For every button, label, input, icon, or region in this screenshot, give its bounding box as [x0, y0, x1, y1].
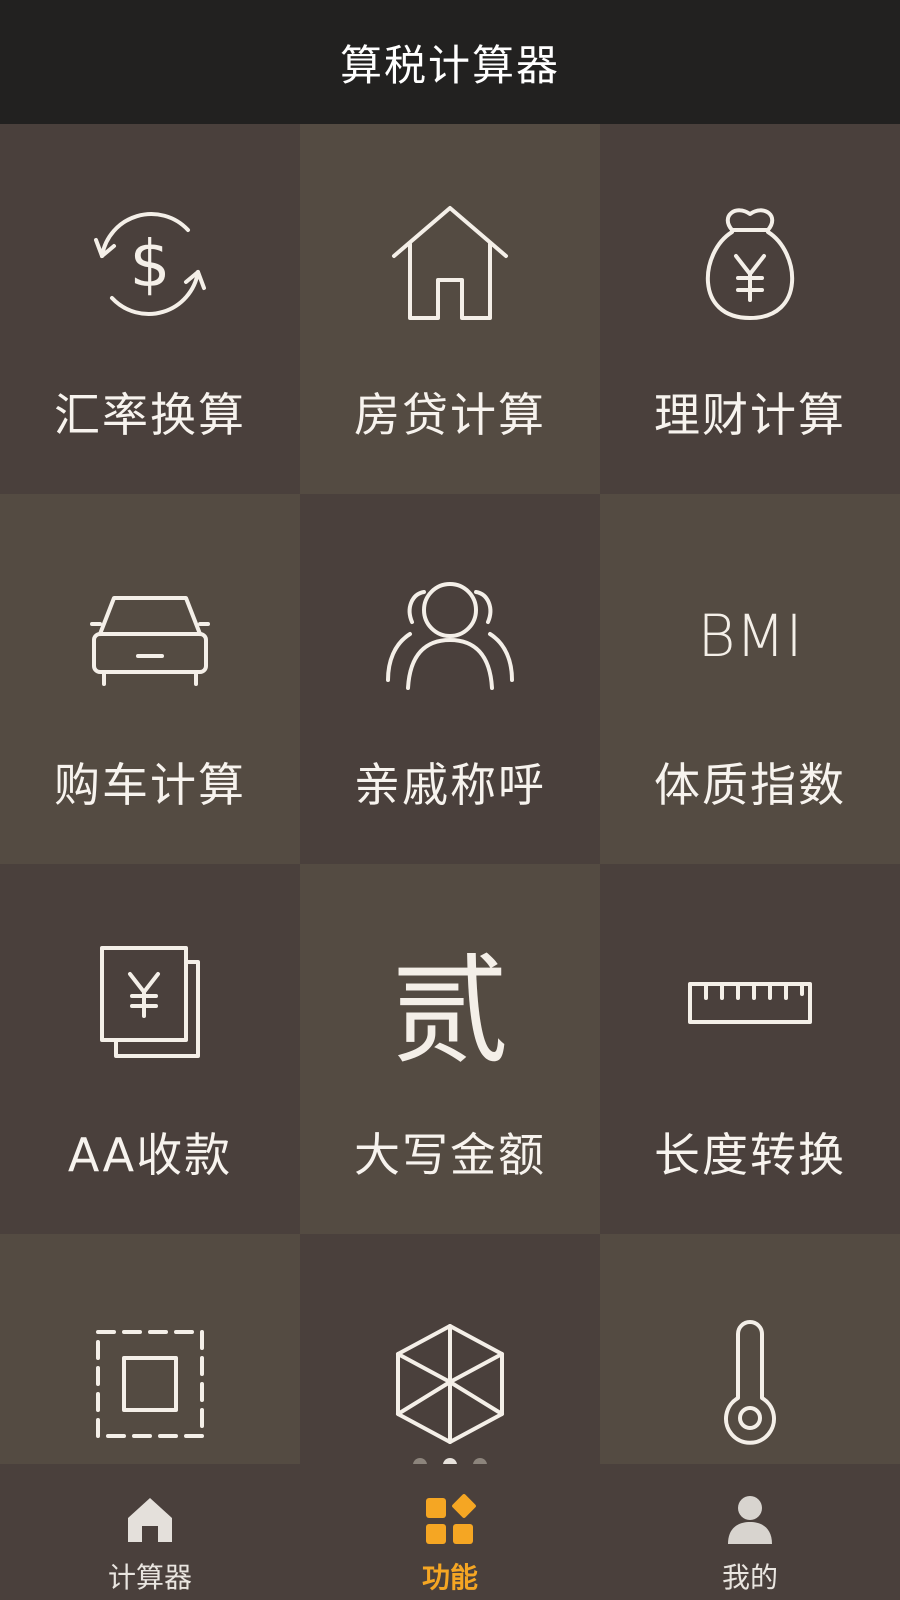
tile-label: 购车计算	[54, 758, 246, 812]
tile-label: 理财计算	[654, 388, 846, 442]
tab-profile[interactable]: 我的	[600, 1464, 900, 1600]
tile-volume[interactable]	[300, 1234, 600, 1464]
people-group-icon	[380, 564, 520, 704]
tab-functions[interactable]: 功能	[300, 1464, 600, 1600]
money-bag-yuan-icon	[680, 194, 820, 334]
currency-exchange-icon: $	[80, 194, 220, 334]
bmi-icon: BMI	[680, 564, 820, 704]
cube-icon	[380, 1314, 520, 1454]
tile-label: 大写金额	[354, 1128, 546, 1182]
home-icon	[122, 1492, 178, 1548]
tile-mortgage[interactable]: 房贷计算	[300, 124, 600, 494]
tab-label: 我的	[721, 1561, 778, 1594]
bottom-tab-bar: 计算器 功能 我的	[0, 1464, 900, 1600]
svg-text:$: $	[130, 228, 171, 302]
capital-numeral-icon: 贰	[380, 934, 520, 1074]
tab-label: 计算器	[107, 1561, 192, 1594]
tile-relatives[interactable]: 亲戚称呼	[300, 494, 600, 864]
car-icon	[80, 564, 220, 704]
user-icon	[722, 1492, 778, 1548]
feature-grid: $ 汇率换算 房贷计算 理财计算 购车计算 亲戚称呼 BMI 体质指数 AA收款…	[0, 124, 900, 1464]
tile-bmi[interactable]: BMI 体质指数	[600, 494, 900, 864]
tile-finance[interactable]: 理财计算	[600, 124, 900, 494]
tile-temperature[interactable]	[600, 1234, 900, 1464]
tab-label: 功能	[421, 1561, 478, 1594]
svg-text:BMI: BMI	[697, 602, 802, 670]
tile-currency-exchange[interactable]: $ 汇率换算	[0, 124, 300, 494]
tile-area[interactable]	[0, 1234, 300, 1464]
tile-aa-split[interactable]: AA收款	[0, 864, 300, 1234]
app-header: 算税计算器	[0, 0, 900, 124]
tile-label: 亲戚称呼	[354, 758, 546, 812]
page-title: 算税计算器	[339, 40, 560, 90]
tile-label: AA收款	[67, 1128, 233, 1182]
ruler-icon	[680, 934, 820, 1074]
tile-label: 体质指数	[654, 758, 846, 812]
thermometer-icon	[680, 1314, 820, 1454]
tab-calculator[interactable]: 计算器	[0, 1464, 300, 1600]
grid-apps-icon	[422, 1492, 478, 1548]
house-icon	[380, 194, 520, 334]
tile-car[interactable]: 购车计算	[0, 494, 300, 864]
yuan-cards-icon	[80, 934, 220, 1074]
area-square-icon	[80, 1314, 220, 1454]
tile-length[interactable]: 长度转换	[600, 864, 900, 1234]
tile-label: 房贷计算	[354, 388, 546, 442]
tile-label: 汇率换算	[54, 388, 246, 442]
tile-label: 长度转换	[654, 1128, 846, 1182]
svg-text:贰: 贰	[391, 942, 509, 1074]
tile-capital-amount[interactable]: 贰 大写金额	[300, 864, 600, 1234]
